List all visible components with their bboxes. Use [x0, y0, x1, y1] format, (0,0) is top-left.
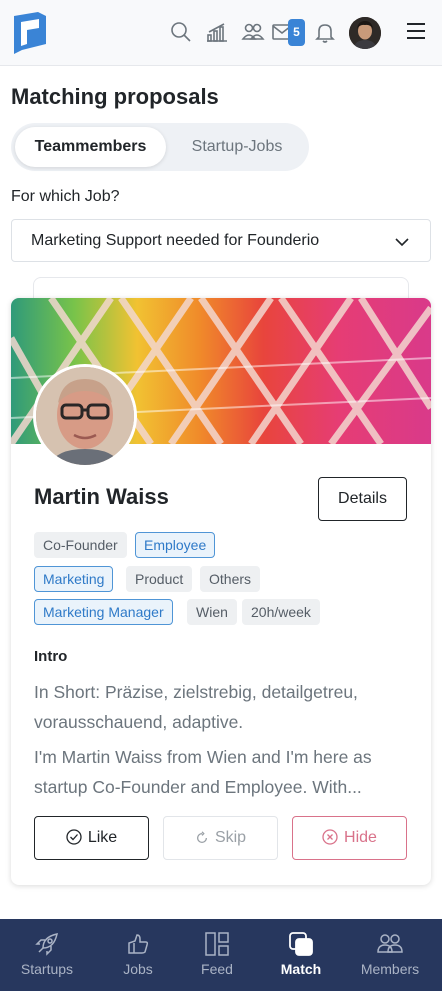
- tag: Co-Founder: [34, 532, 127, 558]
- skip-button[interactable]: Skip: [163, 816, 278, 860]
- feed-icon: [205, 932, 229, 956]
- search-icon[interactable]: [169, 20, 193, 44]
- refresh-icon: [196, 831, 207, 844]
- tab-startup-jobs[interactable]: Startup-Jobs: [171, 127, 303, 167]
- bell-icon[interactable]: [313, 20, 337, 44]
- tag: Product: [126, 566, 193, 592]
- intro-heading: Intro: [34, 648, 68, 665]
- profile-name: Martin Waiss: [34, 484, 169, 509]
- like-label: Like: [87, 829, 118, 846]
- like-button[interactable]: Like: [34, 816, 149, 860]
- page-title: Matching proposals: [11, 84, 219, 109]
- nav-label: Members: [360, 961, 420, 977]
- tag: Employee: [135, 532, 216, 558]
- nav-startups[interactable]: Startups: [3, 919, 91, 991]
- proposal-tabs: Teammembers Startup-Jobs: [11, 123, 309, 171]
- profile-photo[interactable]: [33, 364, 137, 468]
- tab-teammembers[interactable]: Teammembers: [15, 127, 166, 167]
- nav-label: Startups: [20, 961, 74, 977]
- x-circle-icon: [322, 829, 338, 845]
- nav-label: Feed: [201, 961, 233, 977]
- nav-members[interactable]: Members: [346, 919, 434, 991]
- founderio-logo[interactable]: [12, 10, 46, 56]
- hide-button[interactable]: Hide: [292, 816, 407, 860]
- avatar[interactable]: [349, 17, 381, 49]
- profile-card: Martin Waiss Details Co-Founder Employee…: [11, 298, 431, 885]
- check-circle-icon: [66, 829, 82, 845]
- jobs-icon: [128, 934, 149, 954]
- hide-label: Hide: [344, 829, 377, 846]
- job-question-label: For which Job?: [11, 188, 120, 205]
- nav-match[interactable]: Match: [257, 919, 345, 991]
- nav-label: Match: [280, 961, 322, 977]
- tag: Others: [200, 566, 261, 592]
- menu-icon[interactable]: [406, 22, 426, 40]
- skip-label: Skip: [214, 829, 247, 846]
- details-button[interactable]: Details: [318, 477, 407, 521]
- stats-icon[interactable]: [205, 20, 229, 44]
- tag: Marketing Manager: [34, 599, 173, 625]
- notification-badge[interactable]: 5: [288, 19, 305, 46]
- users-icon[interactable]: [241, 20, 265, 44]
- job-select[interactable]: Marketing Support needed for Founderio: [11, 219, 431, 262]
- intro-short: In Short: Präzise, zielstrebig, detailge…: [34, 682, 358, 732]
- rocket-icon: [35, 933, 58, 956]
- bottom-nav: Startups Jobs Feed Match Members: [0, 919, 442, 991]
- chevron-down-icon: [395, 238, 409, 247]
- job-select-value: Marketing Support needed for Founderio: [31, 232, 320, 249]
- members-icon: [377, 934, 403, 953]
- nav-feed[interactable]: Feed: [173, 919, 261, 991]
- tag: Wien: [187, 599, 237, 625]
- tag: 20h/week: [242, 599, 320, 625]
- nav-label: Jobs: [123, 961, 153, 977]
- top-bar: 5: [0, 0, 442, 66]
- tag: Marketing: [34, 566, 114, 592]
- nav-jobs[interactable]: Jobs: [94, 919, 182, 991]
- intro-text: I'm Martin Waiss from Wien and I'm here …: [34, 747, 372, 797]
- match-icon: [289, 932, 313, 956]
